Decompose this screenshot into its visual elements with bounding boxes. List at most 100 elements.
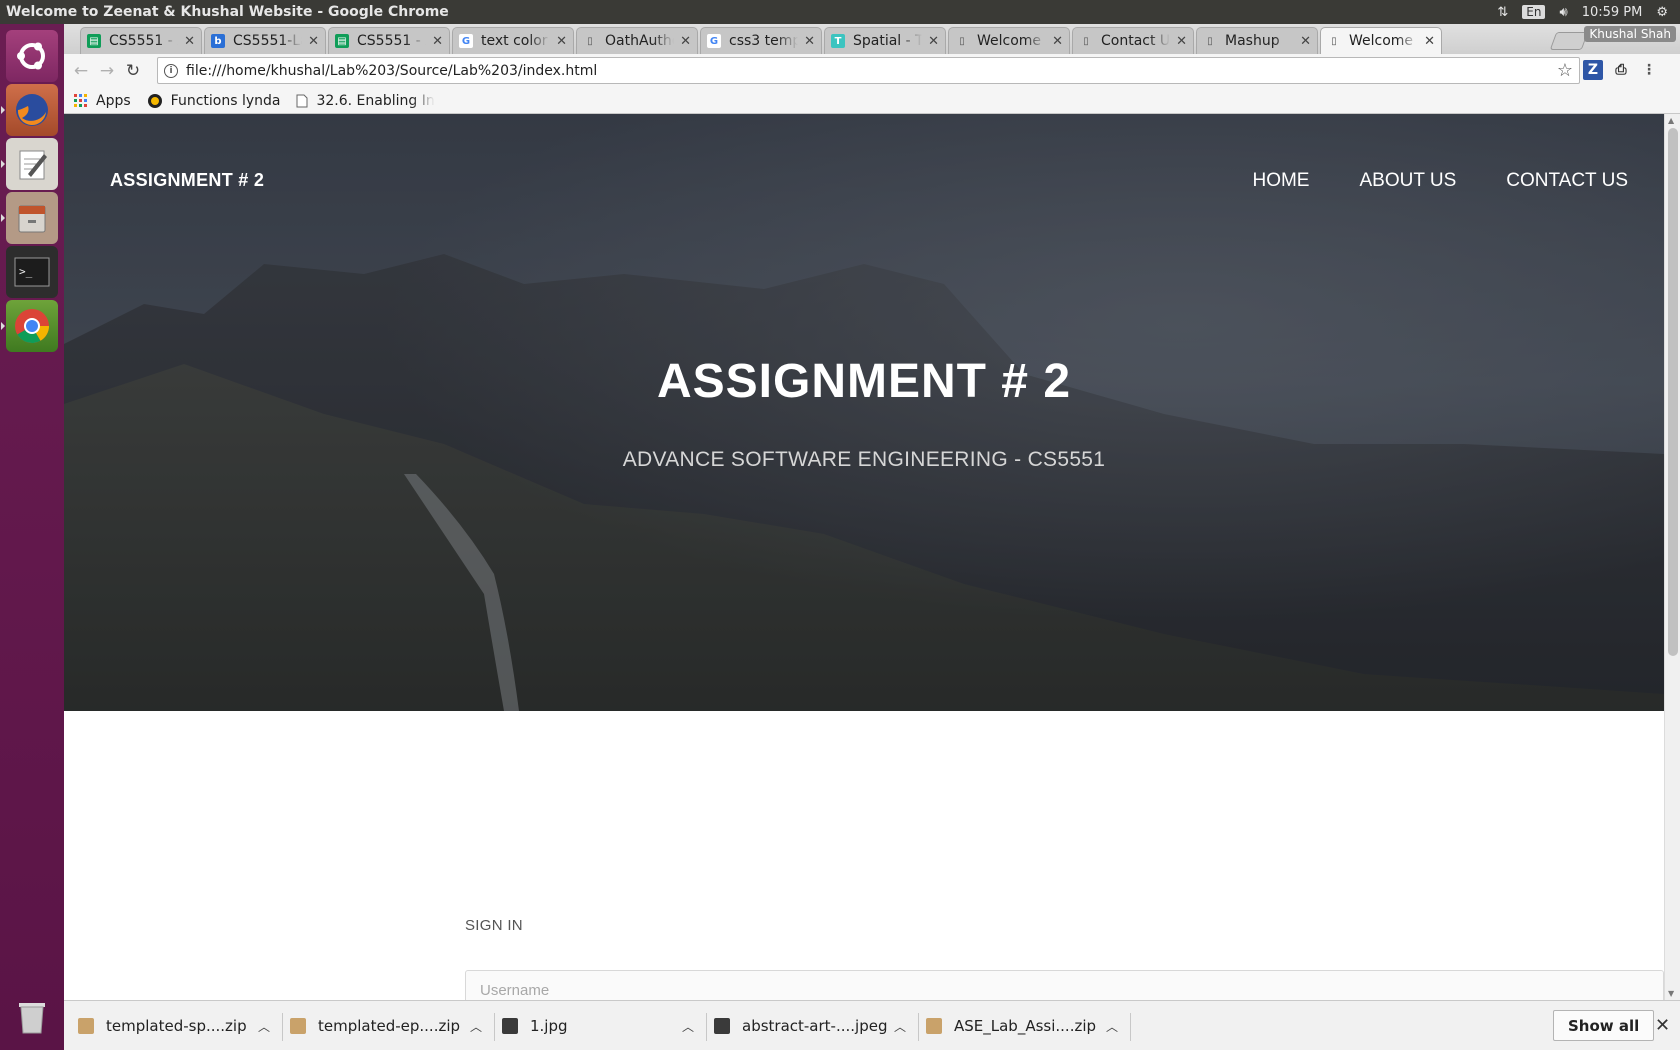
close-tab-icon[interactable]: ✕ <box>1300 34 1311 49</box>
download-item[interactable]: templated-sp....zip ︿ <box>78 1001 276 1050</box>
trash-launcher[interactable] <box>6 990 58 1042</box>
download-item[interactable]: templated-ep....zip ︿ <box>290 1001 488 1050</box>
scroll-up-arrow-icon[interactable]: ▲ <box>1668 116 1674 125</box>
back-arrow-icon[interactable]: ← <box>68 61 94 81</box>
mountain-background-image <box>64 114 1664 711</box>
firefox-icon <box>16 94 48 126</box>
nav-contact-us-link[interactable]: CONTACT US <box>1506 170 1628 192</box>
nav-home-link[interactable]: HOME <box>1252 170 1309 192</box>
bookmark-functions-lynda[interactable]: Functions lynda <box>147 92 281 109</box>
browser-tab[interactable]: ▯ Welcome to ✕ <box>948 27 1070 54</box>
site-brand[interactable]: ASSIGNMENT # 2 <box>110 170 264 191</box>
settings-gear-icon[interactable]: ⚙ <box>1656 5 1668 20</box>
chevron-up-icon[interactable]: ︿ <box>1106 1018 1118 1035</box>
close-tab-icon[interactable]: ✕ <box>1176 34 1187 49</box>
chrome-menu-icon[interactable]: ⋮ <box>1639 60 1659 80</box>
browser-tab[interactable]: Gtext color in ✕ <box>452 27 574 54</box>
page-icon: ▯ <box>1083 35 1089 47</box>
url-text[interactable]: file:///home/khushal/Lab%203/Source/Lab%… <box>186 63 597 79</box>
address-bar[interactable]: i file:///home/khushal/Lab%203/Source/La… <box>157 57 1580 84</box>
text-editor-launcher[interactable] <box>1 138 58 190</box>
tab-label: OathAuthentication <box>605 33 675 49</box>
browser-tab[interactable]: ▯ Mashup ✕ <box>1196 27 1318 54</box>
close-tab-icon[interactable]: ✕ <box>804 34 815 49</box>
close-tab-icon[interactable]: ✕ <box>184 34 195 49</box>
browser-tab[interactable]: b CS5551-Lab ✕ <box>204 27 326 54</box>
chevron-up-icon[interactable]: ︿ <box>682 1018 694 1035</box>
box-icon: b <box>211 34 225 48</box>
profile-name[interactable]: Khushal Shah <box>1584 26 1676 42</box>
close-tab-icon[interactable]: ✕ <box>308 34 319 49</box>
file-cabinet-icon <box>18 205 46 233</box>
browser-tab[interactable]: ▤ CS5551 - ASE ✕ <box>328 27 450 54</box>
bookmark-enabling-in[interactable]: 32.6. Enabling In <box>296 93 435 109</box>
download-separator <box>1130 1013 1131 1041</box>
browser-tab[interactable]: ▯ OathAuthentication ✕ <box>576 27 698 54</box>
browser-tab[interactable]: Gcss3 templates ✕ <box>700 27 822 54</box>
firefox-launcher[interactable] <box>1 84 58 136</box>
download-filename: abstract-art-....jpeg <box>742 1017 888 1035</box>
show-all-downloads-button[interactable]: Show all <box>1553 1010 1655 1041</box>
chevron-up-icon[interactable]: ︿ <box>470 1018 482 1035</box>
archive-file-icon <box>926 1018 942 1034</box>
ubuntu-logo-icon <box>17 42 45 70</box>
download-filename: ASE_Lab_Assi....zip <box>954 1017 1097 1035</box>
window-title: Welcome to Zeenat & Khushal Website - Go… <box>6 4 449 20</box>
new-tab-button[interactable] <box>1549 32 1589 50</box>
volume-icon[interactable]: 🔊︎ <box>1559 5 1567 20</box>
nav-about-us-link[interactable]: ABOUT US <box>1359 170 1456 192</box>
download-item[interactable]: ASE_Lab_Assi....zip ︿ <box>926 1001 1124 1050</box>
page-scrollbar[interactable]: ▲ ▼ <box>1664 114 1680 1000</box>
scroll-down-arrow-icon[interactable]: ▼ <box>1668 989 1674 998</box>
close-tab-icon[interactable]: ✕ <box>1424 34 1435 49</box>
username-input[interactable] <box>465 970 1664 1000</box>
download-filename: 1.jpg <box>530 1017 568 1035</box>
download-item[interactable]: 1.jpg ︿ <box>502 1001 700 1050</box>
chevron-up-icon[interactable]: ︿ <box>258 1018 270 1035</box>
bookmark-apps[interactable]: Apps <box>74 93 131 109</box>
scrollbar-thumb[interactable] <box>1668 128 1678 656</box>
archive-file-icon <box>78 1018 94 1034</box>
close-tab-icon[interactable]: ✕ <box>1052 34 1063 49</box>
terminal-launcher[interactable]: >_ <box>6 246 58 298</box>
download-item[interactable]: abstract-art-....jpeg ︿ <box>714 1001 912 1050</box>
browser-tab[interactable]: ▤ CS5551 - ASE ✕ <box>80 27 202 54</box>
browser-tab[interactable]: ▯ Welcome to ✕ <box>1320 27 1442 54</box>
hero-banner: ASSIGNMENT # 2 HOME ABOUT US CONTACT US … <box>64 114 1664 711</box>
chrome-launcher[interactable] <box>1 300 58 352</box>
page-viewport[interactable]: ASSIGNMENT # 2 HOME ABOUT US CONTACT US … <box>64 114 1664 1000</box>
hero-subtitle: ADVANCE SOFTWARE ENGINEERING - CS5551 <box>622 448 1106 471</box>
bookmark-star-icon[interactable]: ☆ <box>1557 60 1573 81</box>
system-tray: ⇅ En 🔊︎ 10:59 PM ⚙ <box>1497 5 1680 20</box>
ubuntu-dash-button[interactable] <box>6 30 58 82</box>
page-icon: ▯ <box>959 35 965 47</box>
download-separator <box>706 1013 707 1041</box>
bookmark-label: Functions lynda <box>170 92 281 109</box>
print-extension-icon[interactable]: ⎙ <box>1611 60 1631 80</box>
tab-label: Welcome to <box>977 33 1046 49</box>
tab-label: Contact Us <box>1101 33 1171 49</box>
close-shelf-icon[interactable]: ✕ <box>1655 1015 1670 1036</box>
page-info-icon[interactable]: i <box>164 63 178 78</box>
download-separator <box>918 1013 919 1041</box>
zotero-extension-icon[interactable]: Z <box>1583 60 1603 80</box>
tab-label: text color in <box>481 33 550 49</box>
clock[interactable]: 10:59 PM <box>1582 5 1643 20</box>
chevron-up-icon[interactable]: ︿ <box>894 1018 906 1035</box>
network-icon[interactable]: ⇅ <box>1497 5 1508 20</box>
close-tab-icon[interactable]: ✕ <box>928 34 939 49</box>
keyboard-layout-indicator[interactable]: En <box>1522 5 1546 19</box>
download-separator <box>494 1013 495 1041</box>
site-nav: HOME ABOUT US CONTACT US <box>1252 170 1628 192</box>
close-tab-icon[interactable]: ✕ <box>556 34 567 49</box>
sign-in-heading: SIGN IN <box>465 917 523 934</box>
close-tab-icon[interactable]: ✕ <box>432 34 443 49</box>
chrome-icon <box>15 309 49 343</box>
close-tab-icon[interactable]: ✕ <box>680 34 691 49</box>
reload-icon[interactable]: ↻ <box>120 61 146 81</box>
files-launcher[interactable] <box>1 192 58 244</box>
browser-tab[interactable]: T Spatial - TEMPLATED ✕ <box>824 27 946 54</box>
browser-tab[interactable]: ▯ Contact Us ✕ <box>1072 27 1194 54</box>
trash-icon <box>19 1003 45 1034</box>
forward-arrow-icon[interactable]: → <box>94 61 120 81</box>
